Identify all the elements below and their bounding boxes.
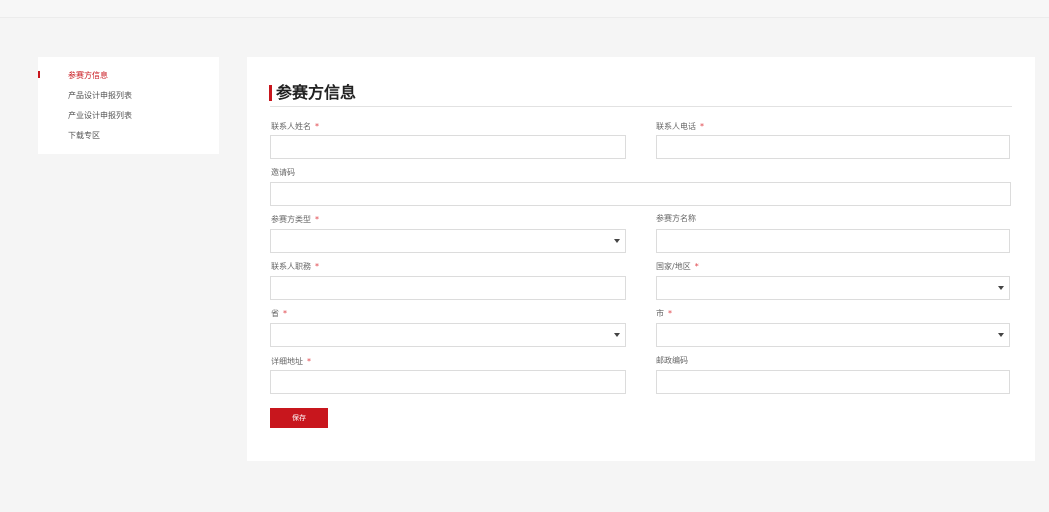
postcode-label: 邮政编码 — [656, 356, 688, 365]
sidebar-item-industry-design-list[interactable]: 产业设计申报列表 — [68, 110, 132, 122]
contact-name-label: 联系人姓名 * — [271, 122, 319, 131]
chevron-down-icon — [614, 333, 620, 337]
contact-phone-label: 联系人电话 * — [656, 122, 704, 131]
invite-code-label: 邀请码 — [271, 168, 295, 177]
address-label: 详细地址 * — [271, 357, 311, 366]
participant-type-select[interactable] — [270, 229, 626, 253]
province-label: 省 * — [271, 309, 287, 318]
sidebar-item-product-design-list[interactable]: 产品设计申报列表 — [68, 90, 132, 102]
participant-type-label: 参赛方类型 * — [271, 215, 319, 224]
required-star: * — [307, 357, 311, 366]
required-star: * — [694, 262, 699, 271]
postcode-input[interactable] — [656, 370, 1010, 394]
required-star: * — [315, 122, 319, 131]
address-input[interactable] — [270, 370, 626, 394]
required-star: * — [283, 309, 287, 318]
country-region-label: 国家/地区 * — [656, 262, 699, 271]
top-header-bar — [0, 0, 1049, 18]
chevron-down-icon — [998, 333, 1004, 337]
city-label: 市 * — [656, 309, 672, 318]
chevron-down-icon — [998, 286, 1004, 290]
sidebar-item-participant-info[interactable]: 参赛方信息 — [68, 70, 108, 82]
contact-position-label: 联系人职務 * — [271, 262, 319, 271]
page-title: 参赛方信息 — [276, 83, 357, 102]
contact-name-input[interactable] — [270, 135, 626, 159]
required-star: * — [315, 215, 319, 224]
save-button[interactable]: 保存 — [270, 408, 328, 428]
country-region-select[interactable] — [656, 276, 1010, 300]
main-panel — [247, 57, 1035, 461]
sidebar — [38, 57, 219, 154]
participant-name-label: 参赛方名称 — [656, 214, 696, 223]
chevron-down-icon — [614, 239, 620, 243]
title-accent-bar — [269, 85, 272, 101]
contact-phone-input[interactable] — [656, 135, 1010, 159]
city-select[interactable] — [656, 323, 1010, 347]
required-star: * — [668, 309, 672, 318]
sidebar-item-downloads[interactable]: 下载专区 — [68, 130, 100, 142]
invite-code-input[interactable] — [270, 182, 1011, 206]
required-star: * — [315, 262, 319, 271]
participant-name-input[interactable] — [656, 229, 1010, 253]
active-marker-icon — [38, 71, 40, 78]
title-divider — [270, 106, 1012, 107]
contact-position-input[interactable] — [270, 276, 626, 300]
province-select[interactable] — [270, 323, 626, 347]
required-star: * — [700, 122, 704, 131]
